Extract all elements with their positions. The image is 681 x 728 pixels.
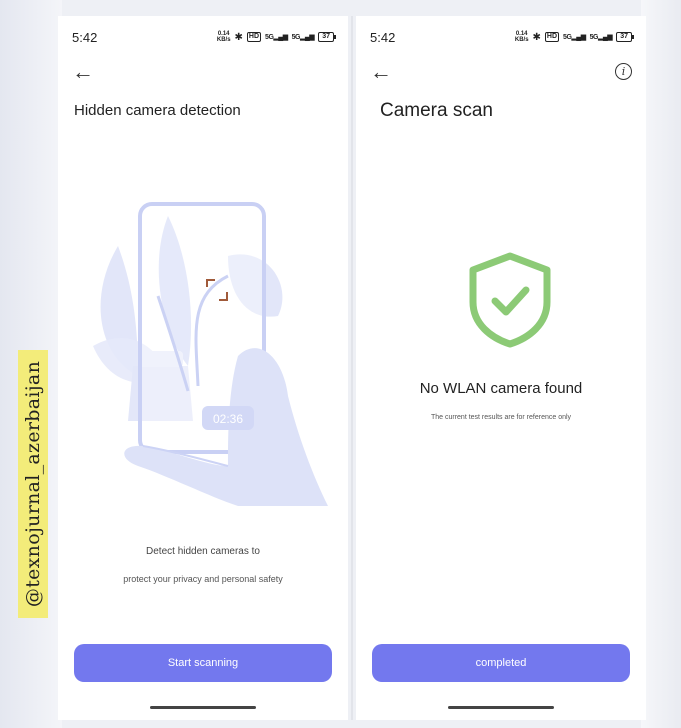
- info-icon[interactable]: i: [615, 63, 632, 80]
- start-scanning-button[interactable]: Start scanning: [74, 644, 332, 682]
- hd-icon: HD: [544, 32, 560, 42]
- hidden-camera-illustration: 02:36: [93, 202, 328, 506]
- home-indicator[interactable]: [448, 706, 554, 709]
- signal-icon: 5G▂▄▆: [589, 34, 613, 41]
- network-speed: 0.14 KB/s: [216, 31, 231, 43]
- status-icons: 0.14 KB/s ✱ HD 5G▂▄▆ 5G▂▄▆ 37: [514, 31, 634, 43]
- completed-button[interactable]: completed: [372, 644, 630, 682]
- description-line-2: protect your privacy and personal safety: [123, 574, 283, 584]
- shield-check-icon: [469, 252, 551, 348]
- home-indicator[interactable]: [150, 706, 256, 709]
- divider: [351, 16, 353, 720]
- status-time: 5:42: [72, 30, 98, 45]
- background-right: [641, 0, 681, 728]
- description-line-1: Detect hidden cameras to: [146, 546, 260, 557]
- hd-icon: HD: [246, 32, 262, 42]
- recording-timer: 02:36: [213, 412, 243, 426]
- watermark-label: @texnojurnal_azerbaijan: [18, 350, 48, 618]
- signal-icon: 5G▂▄▆: [265, 34, 288, 41]
- phone-screen-scan-result: 5:42 0.14 KB/s ✱ HD 5G▂▄▆ 5G▂▄▆ 37 ← i C…: [356, 16, 646, 720]
- scan-result-text: No WLAN camera found: [419, 380, 583, 397]
- network-speed: 0.14 KB/s: [514, 31, 529, 43]
- status-bar: 5:42 0.14 KB/s ✱ HD 5G▂▄▆ 5G▂▄▆ 37: [370, 30, 634, 46]
- phone-screen-detection: 5:42 0.14 KB/s ✱ HD 5G▂▄▆ 5G▂▄▆ 37 ← Hid…: [58, 16, 348, 720]
- page-title: Camera scan: [380, 100, 493, 121]
- reference-note: The current test results are for referen…: [430, 414, 572, 421]
- back-arrow-icon[interactable]: ←: [370, 61, 392, 83]
- battery-icon: 37: [318, 32, 336, 42]
- signal-icon: 5G▂▄▆: [291, 34, 315, 41]
- status-bar: 5:42 0.14 KB/s ✱ HD 5G▂▄▆ 5G▂▄▆ 37: [72, 30, 336, 46]
- status-icons: 0.14 KB/s ✱ HD 5G▂▄▆ 5G▂▄▆ 37: [216, 31, 336, 43]
- bluetooth-icon: ✱: [532, 31, 541, 43]
- back-arrow-icon[interactable]: ←: [72, 61, 94, 83]
- bluetooth-icon: ✱: [234, 31, 243, 43]
- page-title: Hidden camera detection: [74, 102, 241, 119]
- battery-icon: 37: [616, 32, 634, 42]
- signal-icon: 5G▂▄▆: [563, 34, 586, 41]
- status-time: 5:42: [370, 30, 396, 45]
